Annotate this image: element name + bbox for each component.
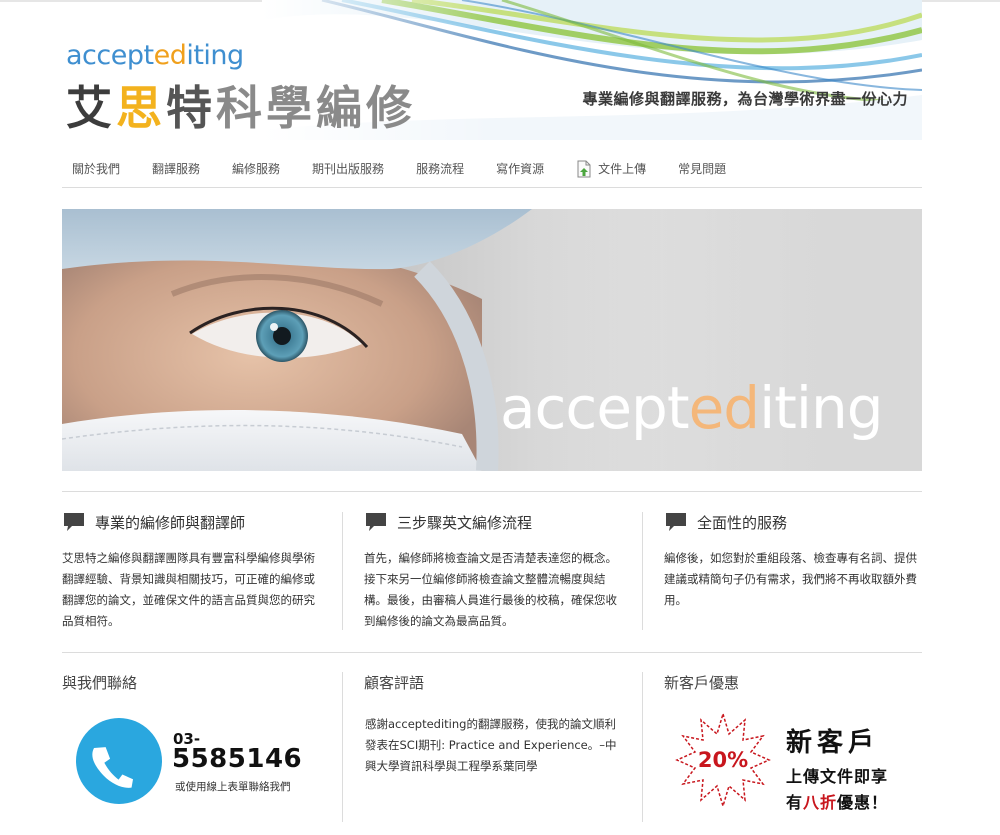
hero-logo-text: acceptediting — [500, 374, 884, 442]
divider — [62, 652, 922, 653]
feature-body: 編修後，如您對於重組段落、檢查專有名詞、提供建議或精簡句子仍有需求，我們將不再收… — [664, 551, 917, 607]
discount-percent: 20% — [697, 748, 749, 772]
nav-item-journal-publishing[interactable]: 期刊出版服務 — [312, 160, 384, 177]
testimonial-text: 感謝acceptediting的翻譯服務，使我的論文順利發表在SCI期刊: Pr… — [365, 717, 617, 773]
feature-title: 專業的編修師與翻譯師 — [95, 513, 246, 532]
feature-editors: 專業的編修師與翻譯師 艾思特之編修與翻譯團隊具有豐富科學編修與學術翻譯經驗、背景… — [62, 510, 320, 632]
feature-three-step: 三步驟英文編修流程 首先，編修師將檢查論文是否清楚表達您的概念。接下來另一位編修… — [364, 510, 622, 632]
divider — [642, 672, 643, 822]
feature-title: 全面性的服務 — [697, 513, 788, 532]
nav-item-about[interactable]: 關於我們 — [72, 160, 120, 177]
promo-offer: 有八折優惠！ — [786, 793, 889, 812]
discount-badge[interactable]: 20% — [675, 712, 771, 808]
promo-subline: 上傳文件即享 — [786, 767, 889, 786]
nav-item-process[interactable]: 服務流程 — [416, 160, 464, 177]
nav-item-faq[interactable]: 常見問題 — [678, 160, 726, 177]
online-form-link[interactable]: 或使用線上表單聯絡我們 — [175, 779, 291, 794]
header-tagline: 專業編修與翻譯服務，為台灣學術界盡一份心力 — [582, 90, 908, 108]
phone-badge[interactable] — [76, 718, 162, 804]
speech-bubble-icon — [666, 513, 686, 531]
feature-full-service: 全面性的服務 編修後，如您對於重組段落、檢查專有名詞、提供建議或精簡句子仍有需求… — [664, 510, 920, 611]
hero-banner: acceptediting — [62, 209, 922, 471]
testimonials-section-title: 顧客評語 — [364, 674, 425, 692]
header: acceptediting 艾思特科學編修 專業編修與翻譯服務，為台灣學術界盡一… — [62, 0, 922, 140]
divider — [342, 672, 343, 822]
nav-item-writing-resources[interactable]: 寫作資源 — [496, 160, 544, 177]
promo-section-title: 新客戶優惠 — [664, 674, 740, 692]
divider — [342, 512, 343, 630]
speech-bubble-icon — [64, 513, 84, 531]
feature-body: 艾思特之編修與翻譯團隊具有豐富科學編修與學術翻譯經驗、背景知識與相關技巧，可正確… — [62, 551, 315, 628]
promo-headline: 新客戶 — [786, 728, 880, 758]
promo-text: 新客戶 上傳文件即享 有八折優惠！ — [786, 722, 888, 813]
phone-number[interactable]: 5585146 — [172, 744, 302, 774]
nav-item-upload[interactable]: 文件上傳 — [576, 160, 646, 178]
logo-chinese[interactable]: 艾思特科學編修 — [66, 72, 416, 138]
divider — [642, 512, 643, 630]
upload-icon — [577, 160, 591, 177]
contact-section-title: 與我們聯絡 — [62, 674, 138, 692]
feature-body: 首先，編修師將檢查論文是否清楚表達您的概念。接下來另一位編修師將檢查論文整體流暢… — [364, 551, 617, 628]
speech-bubble-icon — [366, 513, 386, 531]
nav-item-translation[interactable]: 翻譯服務 — [152, 160, 200, 177]
upload-label: 文件上傳 — [598, 162, 647, 176]
feature-title: 三步驟英文編修流程 — [397, 513, 533, 532]
logo-english[interactable]: acceptediting — [66, 40, 244, 71]
nav-item-editing[interactable]: 編修服務 — [232, 160, 280, 177]
main-nav: 關於我們 翻譯服務 編修服務 期刊出版服務 服務流程 寫作資源 文件上傳 常見問… — [62, 150, 922, 188]
phone-icon — [92, 747, 134, 788]
divider — [62, 491, 922, 492]
